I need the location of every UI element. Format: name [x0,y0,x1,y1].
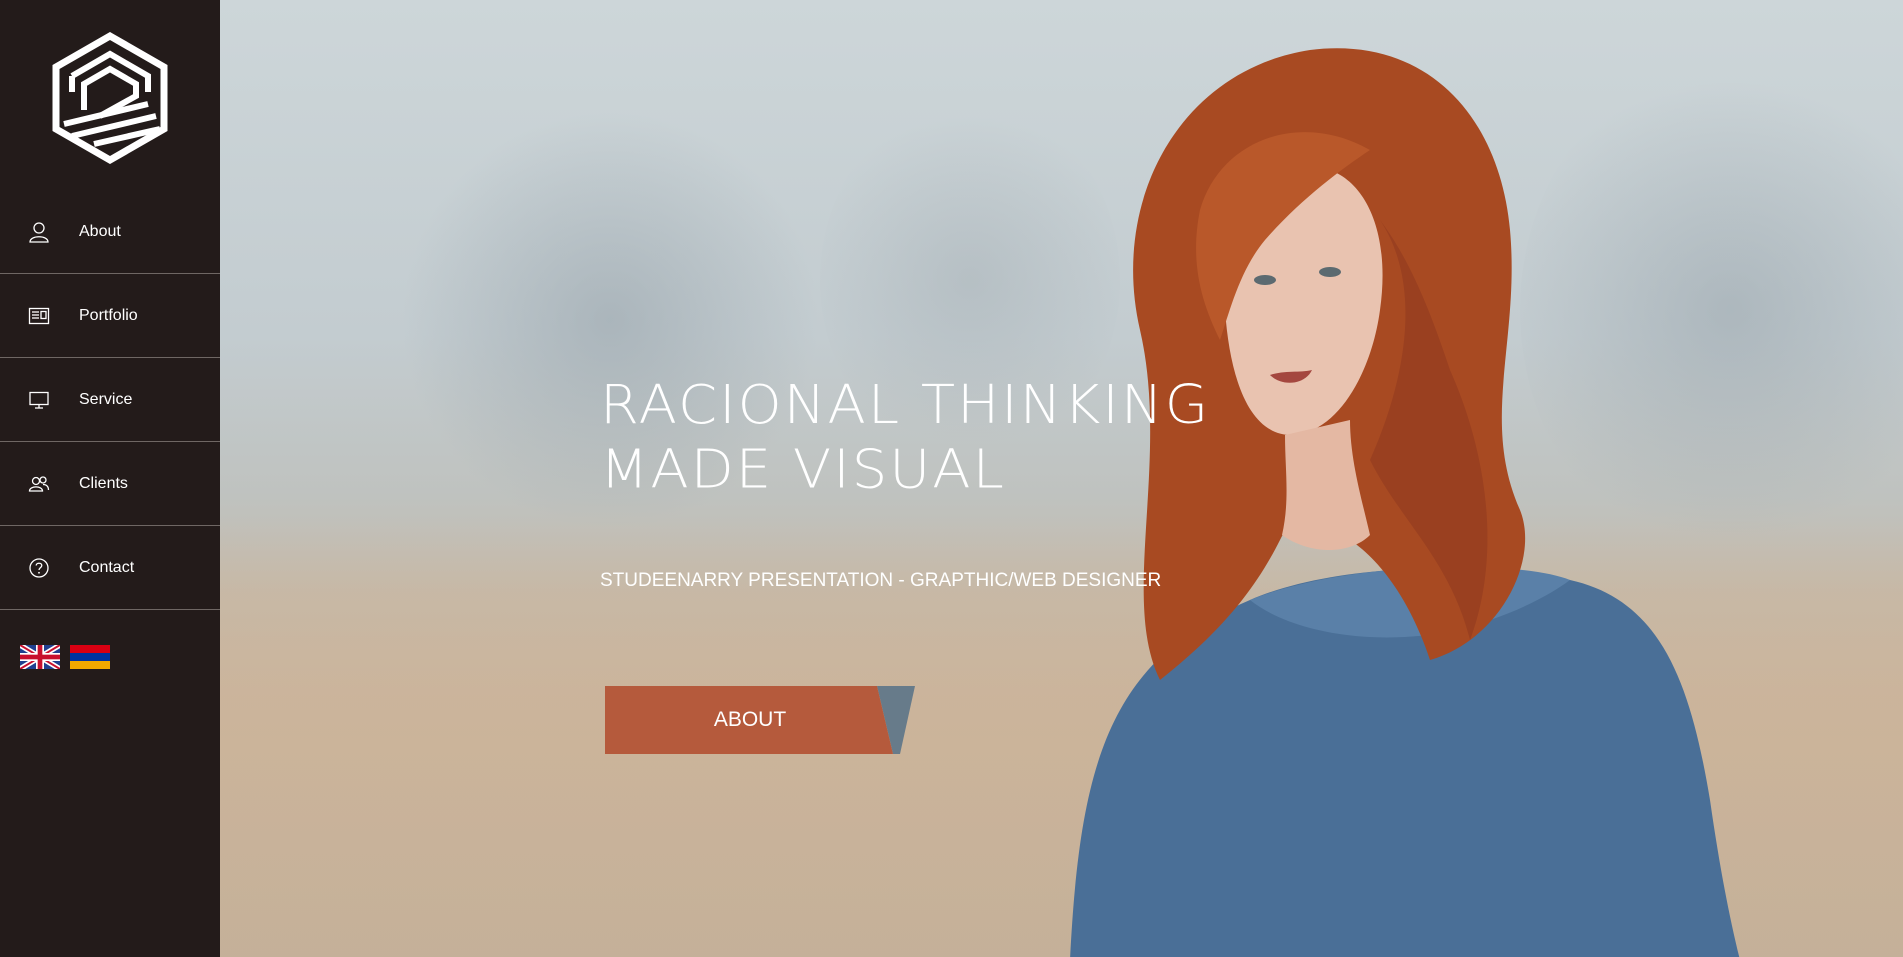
hero-headline-line: MADE VISUAL [600,438,1006,501]
nav-item-label: Clients [79,474,128,492]
nav-item-about[interactable]: About [0,190,220,274]
hero-headline: RACIONAL THINKING MADE VISUAL [600,373,1210,502]
hexagon-logo-icon[interactable] [50,31,170,165]
about-button-label: ABOUT [713,708,787,731]
uk-flag-icon[interactable] [20,645,60,669]
portfolio-icon [28,305,50,327]
hero-section: RACIONAL THINKING MADE VISUAL STUDEENARR… [220,0,1903,957]
monitor-icon [28,389,50,411]
nav-item-service[interactable]: Service [0,358,220,442]
sidebar: About Portfolio Service Clients Contact [0,0,220,957]
hero-subtitle: STUDEENARRY PRESENTATION - GRAPTHIC/WEB … [600,570,1162,591]
nav-item-contact[interactable]: Contact [0,526,220,610]
language-switcher [20,645,110,669]
users-icon [28,473,50,495]
main-nav: About Portfolio Service Clients Contact [0,190,220,610]
nav-item-clients[interactable]: Clients [0,442,220,526]
nav-item-label: Portfolio [79,306,138,324]
nav-item-label: About [79,222,121,240]
user-icon [28,221,50,243]
about-button[interactable]: ABOUT [605,686,915,754]
hero-headline-line: RACIONAL THINKING [600,374,1211,437]
armenia-flag-icon[interactable] [70,645,110,669]
nav-item-portfolio[interactable]: Portfolio [0,274,220,358]
nav-item-label: Service [79,390,133,408]
question-icon [28,557,50,579]
nav-item-label: Contact [79,558,135,576]
